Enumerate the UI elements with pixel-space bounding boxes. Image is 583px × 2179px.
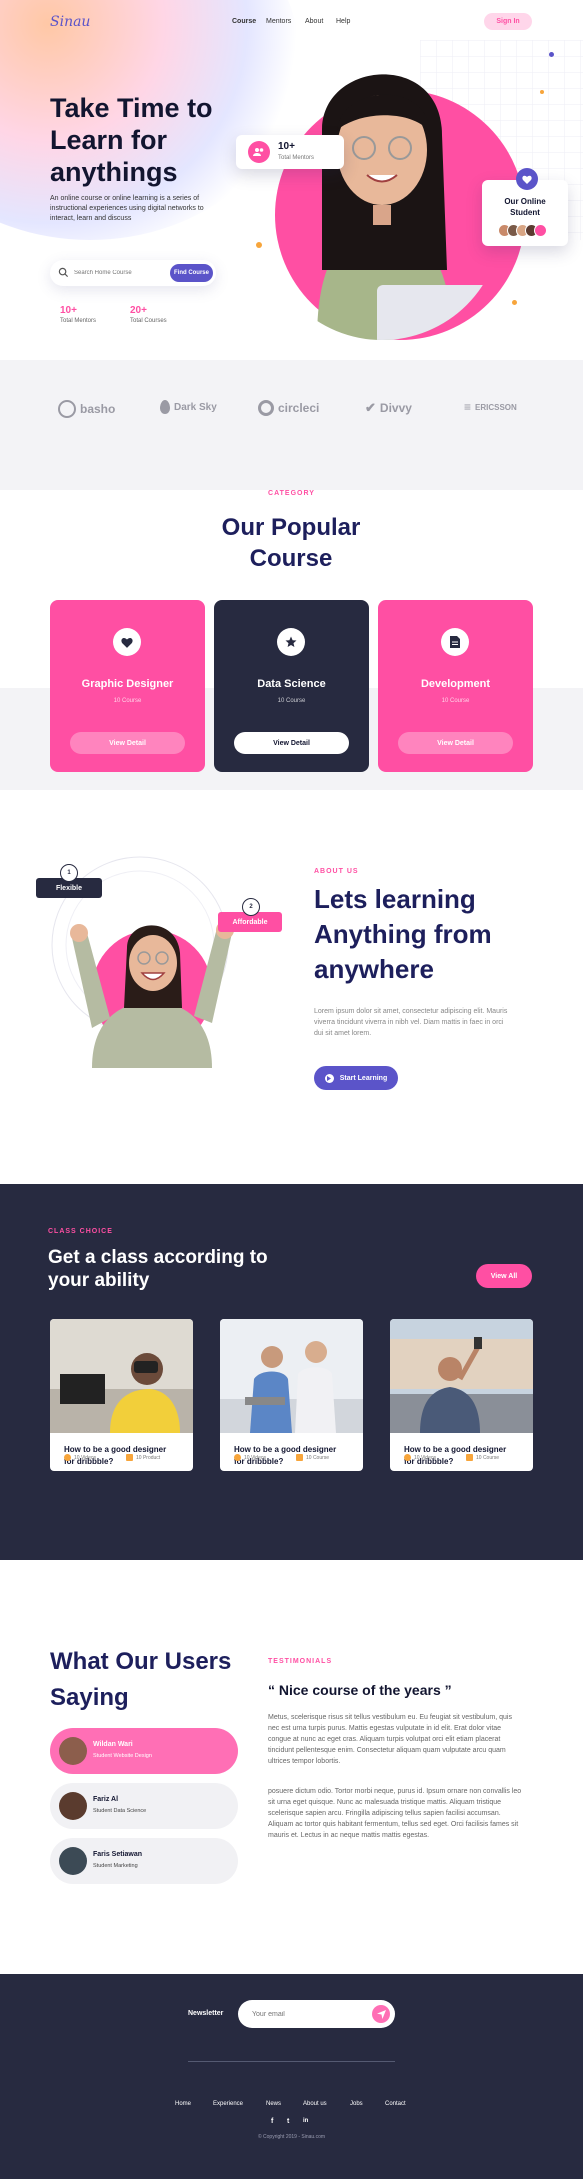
- nav-about[interactable]: About: [305, 18, 323, 25]
- course-card-data-science[interactable]: Data Science 10 Course View Detail: [214, 600, 369, 772]
- partner-circleci: circleci: [258, 400, 319, 416]
- footer-link-jobs[interactable]: Jobs: [350, 2101, 363, 2107]
- classes-title: Get a class according to your ability: [48, 1247, 268, 1291]
- avatar: [59, 1737, 87, 1765]
- basho-icon: [58, 400, 76, 418]
- file-icon: [126, 1454, 133, 1461]
- nav-help[interactable]: Help: [336, 18, 350, 25]
- find-course-button[interactable]: Find Course: [170, 264, 213, 282]
- nav-course[interactable]: Course: [232, 18, 256, 25]
- hero-description: An online course or online learning is a…: [50, 195, 204, 222]
- view-all-button[interactable]: View All: [476, 1264, 532, 1288]
- class-choice-section: CLASS CHOICE Get a class according to yo…: [0, 1184, 583, 1560]
- class-image-selfie: [390, 1319, 533, 1433]
- video-icon: [234, 1454, 241, 1461]
- search-input[interactable]: [74, 266, 159, 280]
- heart-icon: [516, 168, 538, 190]
- testimonials-tag: TESTIMONIALS: [268, 1658, 333, 1665]
- about-tag: ABOUT US: [314, 868, 359, 875]
- course-card-graphic[interactable]: Graphic Designer 10 Course View Detail: [50, 600, 205, 772]
- start-learning-button[interactable]: Start Learning: [314, 1066, 398, 1090]
- partner-darksky: Dark Sky: [160, 400, 217, 414]
- partner-ericsson: ≡ ERICSSON: [464, 400, 517, 414]
- partners-strip: basho Dark Sky circleci ✔ Divvy ≡ ERICSSON: [0, 360, 583, 490]
- happy-student-photo: [52, 918, 252, 1068]
- divvy-icon: ✔: [365, 400, 376, 415]
- newsletter-label: Newsletter: [188, 2010, 224, 2017]
- hero-section: Sinau Course Mentors About Help Sign In …: [0, 0, 583, 360]
- video-icon: [64, 1454, 71, 1461]
- footer: Newsletter Home Experience News About us…: [0, 1974, 583, 2179]
- search-bar: Find Course: [50, 260, 216, 286]
- flexible-badge: 1 Flexible: [36, 864, 102, 898]
- search-icon: [58, 267, 69, 278]
- newsletter-form: [238, 2000, 395, 2028]
- view-detail-button[interactable]: View Detail: [234, 732, 349, 754]
- testimonials-section: What Our Users Saying Wildan Wari Studen…: [0, 1560, 583, 1974]
- footer-divider: [188, 2061, 395, 2062]
- linkedin-icon[interactable]: in: [303, 2118, 308, 2124]
- about-section: 1 Flexible 2 Affordable ABOUT US Lets le…: [0, 790, 583, 1184]
- online-student-card: Our Online Student: [482, 168, 568, 246]
- play-icon: [324, 1073, 334, 1083]
- classes-tag: CLASS CHOICE: [48, 1228, 113, 1235]
- brand-logo[interactable]: Sinau: [50, 14, 90, 30]
- about-title: Lets learning Anything from anywhere: [314, 884, 492, 984]
- testimonials-title: What Our Users Saying: [50, 1648, 232, 1711]
- affordable-badge: 2 Affordable: [218, 898, 282, 932]
- email-input[interactable]: [252, 2007, 352, 2021]
- testimonial-quote: “ Nice course of the years ”: [268, 1682, 452, 1698]
- class-image-team: [220, 1319, 363, 1433]
- document-icon: [441, 628, 469, 656]
- testimonial-paragraph-1: Metus, scelerisque risus sit tellus vest…: [268, 1714, 512, 1765]
- course-card-development[interactable]: Development 10 Course View Detail: [378, 600, 533, 772]
- class-card[interactable]: How to be a good designer for dribbble? …: [50, 1319, 193, 1471]
- partner-basho: basho: [58, 400, 115, 418]
- user-card-wildan[interactable]: Wildan Wari Student Website Design: [50, 1728, 238, 1774]
- stat-mentors: 10+ Total Mentors: [60, 305, 97, 324]
- heart-icon: [113, 628, 141, 656]
- nav-mentors[interactable]: Mentors: [266, 18, 291, 25]
- copyright: © Copyright 2019 - Sinau.com: [257, 2134, 326, 2140]
- footer-link-contact[interactable]: Contact: [385, 2101, 406, 2107]
- class-image-vr: [50, 1319, 193, 1433]
- avatar: [59, 1792, 87, 1820]
- twitter-icon[interactable]: t: [287, 2118, 289, 2125]
- circleci-icon: [258, 400, 274, 416]
- student-photo: [262, 40, 502, 340]
- send-button[interactable]: [372, 2005, 390, 2023]
- student-avatars: [498, 224, 547, 237]
- user-card-fariz[interactable]: Fariz Al Student Data Science: [50, 1783, 238, 1829]
- view-detail-button[interactable]: View Detail: [70, 732, 185, 754]
- ericsson-icon: ≡: [464, 400, 472, 414]
- partner-divvy: ✔ Divvy: [365, 400, 412, 415]
- avatar: [59, 1847, 87, 1875]
- mentors-card: 10+ Total Mentors: [236, 135, 344, 169]
- stat-courses: 20+ Total Courses: [130, 305, 167, 324]
- file-icon: [466, 1454, 473, 1461]
- class-card[interactable]: How to be a good designer for dribbble? …: [220, 1319, 363, 1471]
- courses-title: Our Popular Course: [221, 514, 361, 572]
- footer-link-home[interactable]: Home: [175, 2101, 191, 2107]
- testimonial-paragraph-2: posuere dictum odio. Tortor morbi neque,…: [268, 1788, 522, 1839]
- send-icon: [376, 2009, 386, 2019]
- footer-link-about[interactable]: About us: [303, 2101, 327, 2107]
- star-icon: [277, 628, 305, 656]
- view-detail-button[interactable]: View Detail: [398, 732, 513, 754]
- about-text: Lorem ipsum dolor sit amet, consectetur …: [314, 1008, 508, 1037]
- courses-tag: CATEGORY: [268, 490, 315, 497]
- footer-link-experience[interactable]: Experience: [213, 2101, 243, 2107]
- file-icon: [296, 1454, 303, 1461]
- user-card-faris[interactable]: Faris Setiawan Student Marketing: [50, 1838, 238, 1884]
- drop-icon: [160, 400, 170, 414]
- signin-button[interactable]: Sign In: [484, 13, 532, 30]
- users-icon: [248, 141, 270, 163]
- footer-link-news[interactable]: News: [266, 2101, 281, 2107]
- video-icon: [404, 1454, 411, 1461]
- class-card[interactable]: How to be a good designer for dribbble? …: [390, 1319, 533, 1471]
- facebook-icon[interactable]: f: [271, 2118, 273, 2125]
